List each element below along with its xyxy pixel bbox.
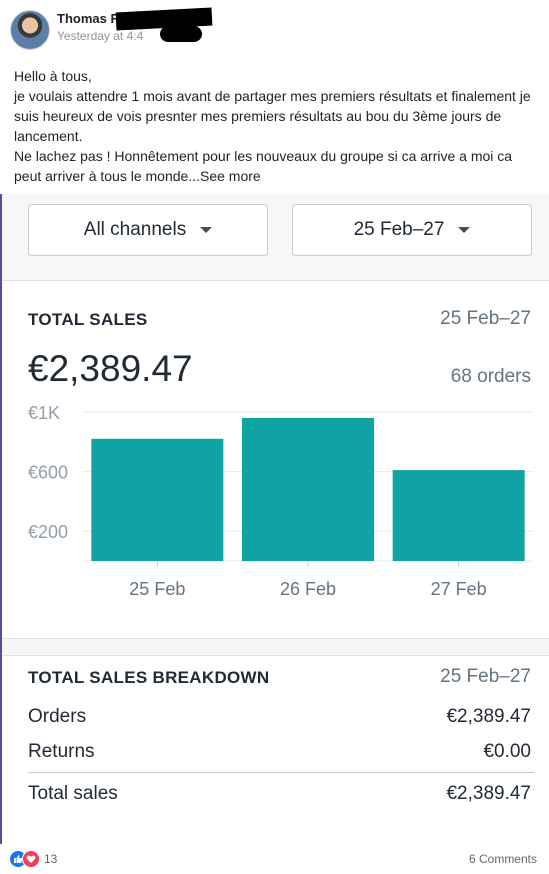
breakdown-orders-value: €2,389.47 (446, 706, 531, 727)
total-sales-date-range: 25 Feb–27 (440, 308, 531, 329)
date-filter-button[interactable]: 25 Feb–27 (292, 204, 532, 256)
post-body: Hello à tous, je voulais attendre 1 mois… (14, 66, 539, 186)
section-gap (2, 639, 549, 655)
analytics-screenshot: All channels 25 Feb–27 TOTAL SALES 25 Fe… (0, 194, 549, 844)
see-more-link[interactable]: See more (200, 168, 261, 184)
caret-down-icon (458, 227, 471, 233)
total-sales-amount: €2,389.47 (28, 348, 193, 389)
y-tick-label: €600 (28, 463, 68, 483)
y-tick-label: €200 (28, 522, 68, 542)
post-paragraph-text: Ne lachez pas ! Honnêtement pour les nou… (14, 148, 513, 184)
post-paragraph: Ne lachez pas ! Honnêtement pour les nou… (14, 146, 539, 186)
author-name[interactable]: Thomas R (57, 11, 120, 26)
comments-link[interactable]: 6 Comments (469, 852, 537, 866)
breakdown-returns-label: Returns (28, 741, 95, 762)
x-tick-label: 26 Feb (280, 579, 336, 599)
bar[interactable] (392, 470, 525, 561)
filter-bar: All channels 25 Feb–27 (2, 194, 549, 280)
divider (2, 280, 549, 281)
breakdown-returns-value: €0.00 (483, 741, 531, 762)
channel-filter-button[interactable]: All channels (28, 204, 268, 256)
orders-count: 68 orders (450, 366, 531, 387)
post-greeting: Hello à tous, (14, 68, 92, 84)
total-sales-title: TOTAL SALES (28, 310, 148, 329)
post-timestamp[interactable]: Yesterday at 4:4 (57, 29, 143, 43)
post-header: Thomas R Yesterday at 4:4 (10, 7, 540, 52)
redaction-mark (160, 26, 202, 42)
post-paragraph: je voulais attendre 1 mois avant de part… (14, 88, 531, 144)
breakdown-orders-label: Orders (28, 706, 87, 727)
total-rule (28, 772, 534, 773)
bar[interactable] (91, 438, 224, 561)
love-reaction-icon[interactable] (22, 850, 40, 868)
caret-down-icon (200, 227, 213, 233)
x-tick-label: 25 Feb (129, 579, 185, 599)
breakdown-total-label: Total sales (28, 783, 118, 804)
breakdown-title: TOTAL SALES BREAKDOWN (28, 668, 270, 687)
reaction-count[interactable]: 13 (44, 852, 57, 866)
avatar[interactable] (10, 10, 50, 50)
breakdown-date-range: 25 Feb–27 (440, 666, 531, 687)
breakdown-total-value: €2,389.47 (446, 783, 531, 804)
y-tick-label: €1K (28, 403, 60, 423)
post-footer: 13 6 Comments (0, 844, 549, 874)
sales-bar-chart: €1K €600 €200 25 Feb 26 Feb 27 Feb (28, 403, 534, 599)
channel-filter-label: All channels (83, 219, 187, 240)
divider (2, 655, 549, 656)
x-tick-label: 27 Feb (431, 579, 487, 599)
date-filter-label: 25 Feb–27 (353, 219, 445, 240)
bar[interactable] (242, 417, 374, 561)
